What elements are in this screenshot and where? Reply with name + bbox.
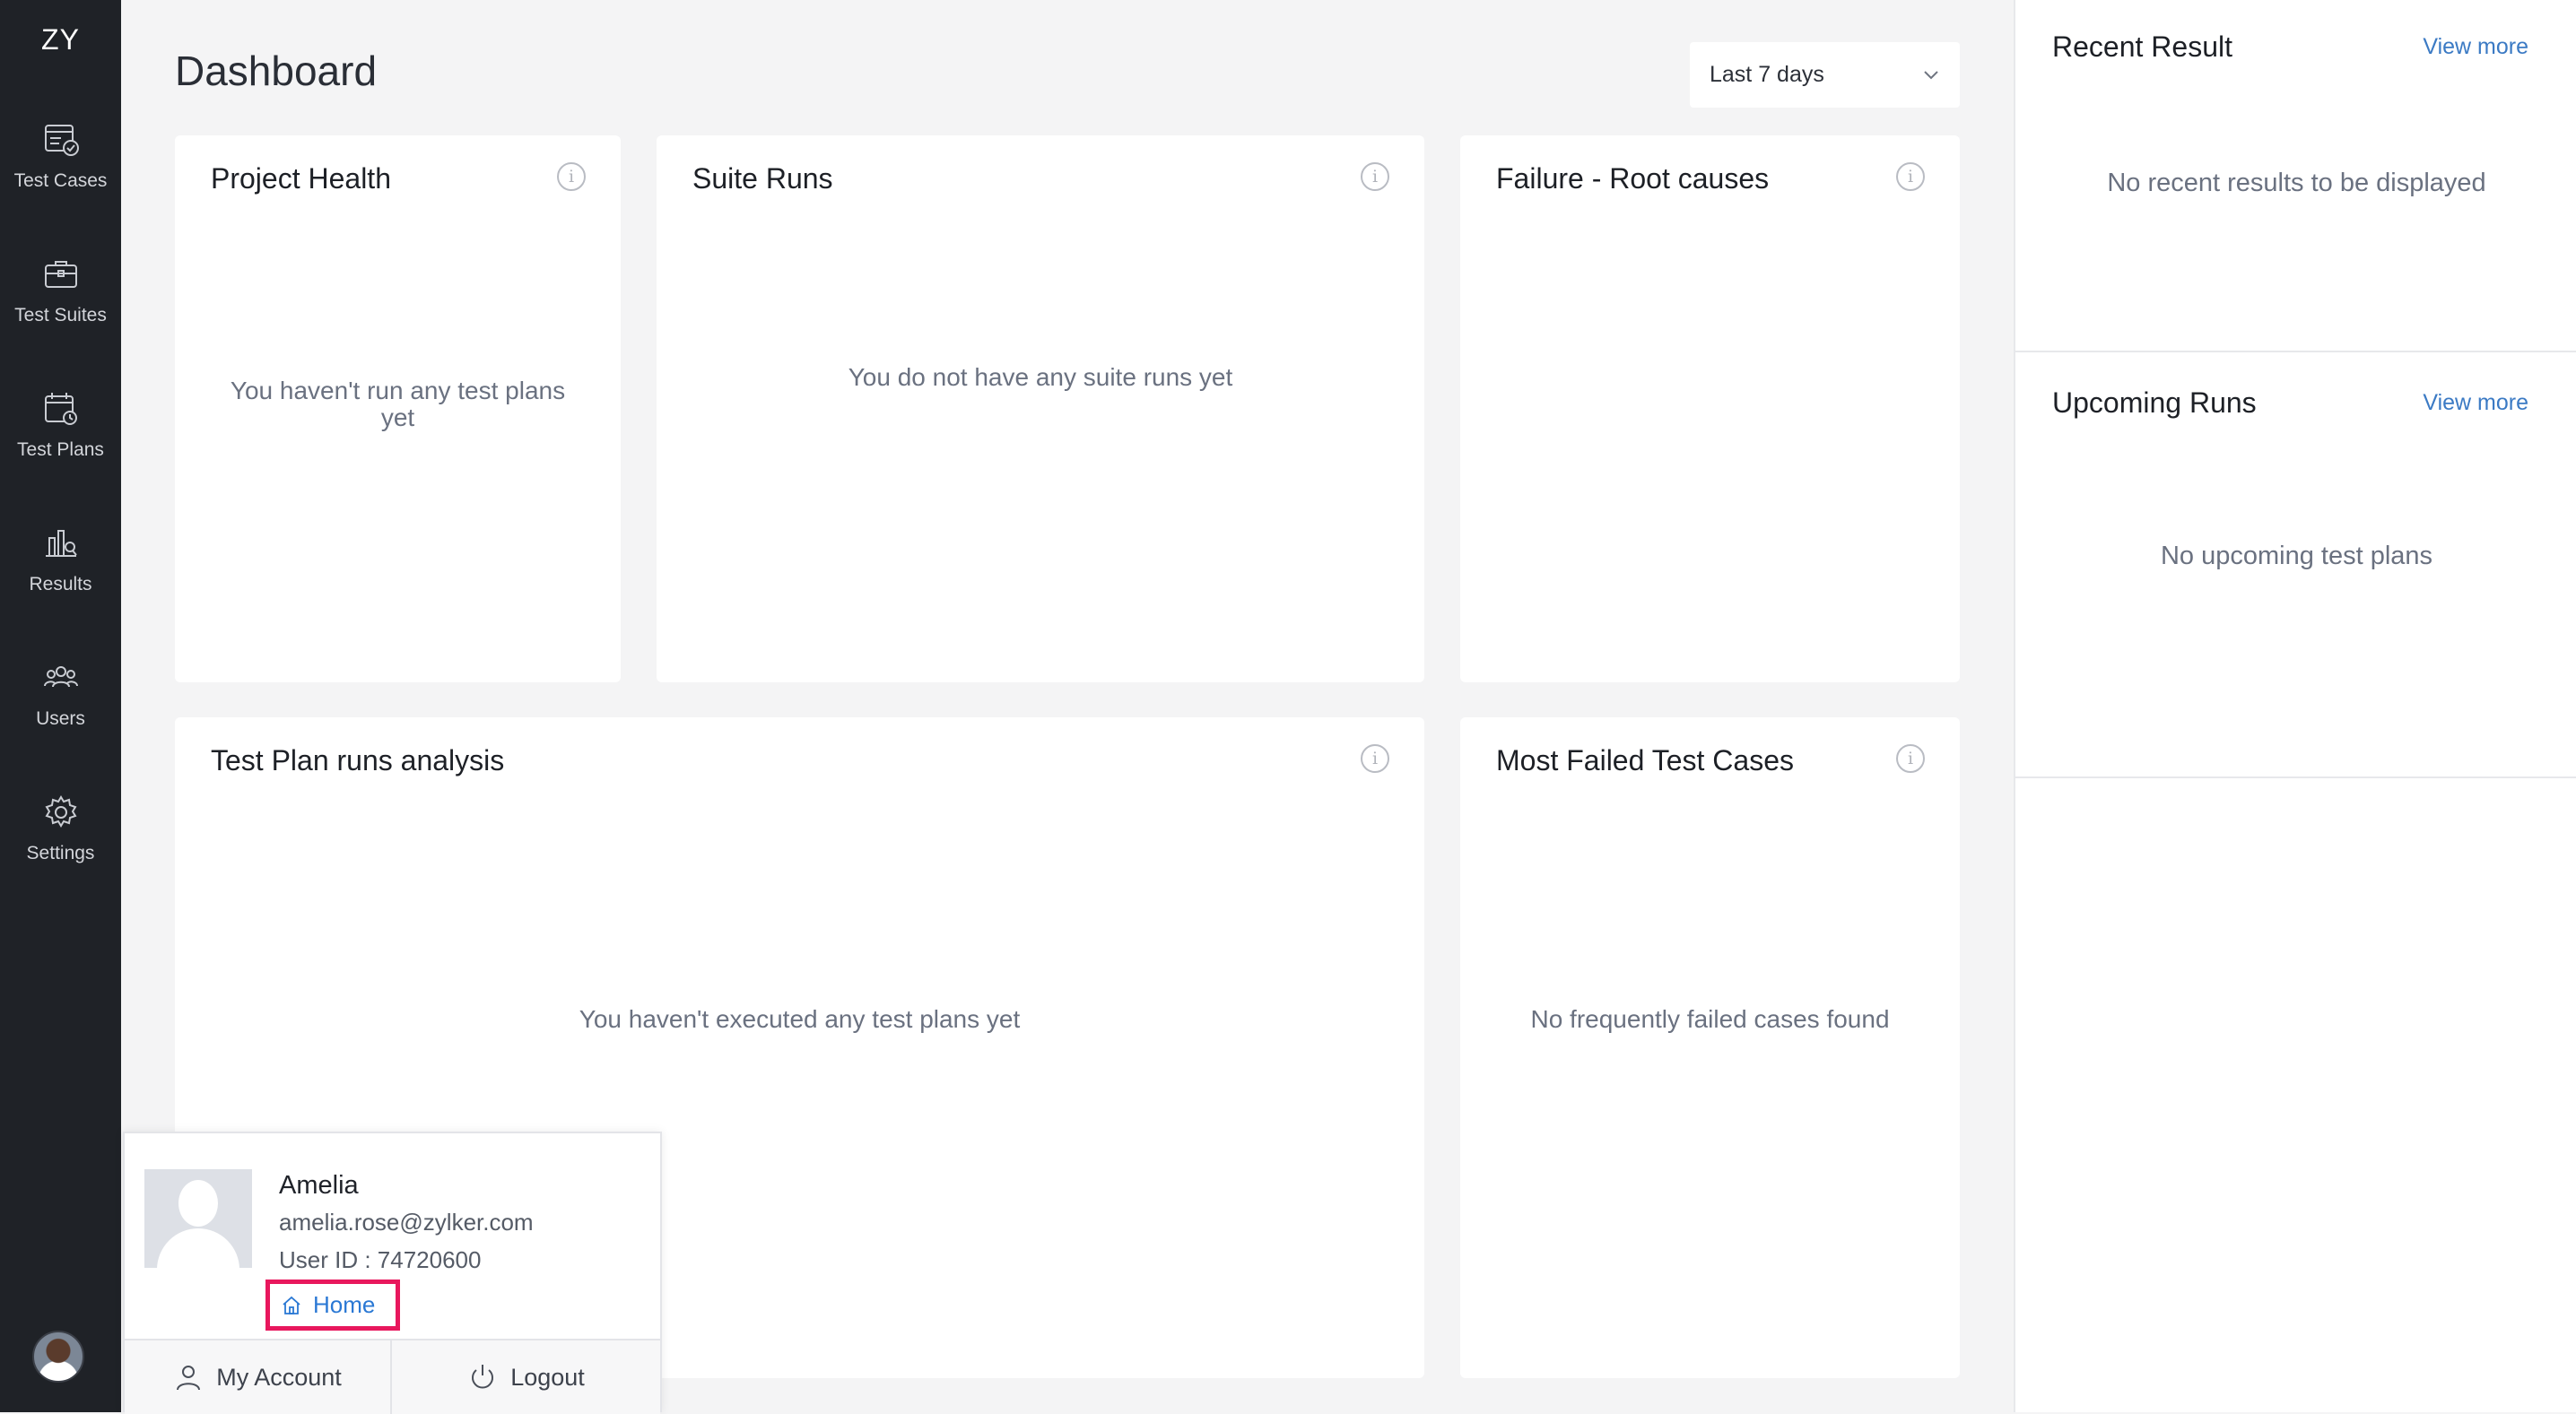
date-range-select[interactable]: Last 7 days (1690, 42, 1960, 108)
my-account-label: My Account (216, 1363, 342, 1391)
nav-item-users[interactable]: Users (0, 658, 121, 775)
logout-label: Logout (510, 1363, 585, 1391)
profile-user-id: User ID : 74720600 (279, 1246, 482, 1273)
home-link[interactable]: Home (265, 1280, 400, 1331)
logout-button[interactable]: Logout (392, 1340, 660, 1414)
card-suite-runs: Suite Runs i You do not have any suite r… (657, 135, 1424, 682)
info-icon[interactable]: i (557, 162, 586, 191)
divider (2015, 776, 2576, 778)
profile-popup-footer: My Account Logout (125, 1339, 660, 1414)
empty-message: No frequently failed cases found (1530, 1005, 1890, 1033)
card-title: Suite Runs (692, 162, 833, 195)
empty-message: You haven't executed any test plans yet (579, 1005, 1021, 1033)
card-title: Most Failed Test Cases (1496, 744, 1794, 776)
section-title: Upcoming Runs (2052, 386, 2257, 419)
gear-icon (41, 793, 81, 832)
nav-item-test-plans[interactable]: Test Plans (0, 389, 121, 506)
date-range-value: Last 7 days (1710, 62, 1824, 87)
page-title: Dashboard (175, 48, 378, 94)
right-panel: Recent Result View more No recent result… (2014, 0, 2576, 1412)
test-suites-icon (41, 255, 81, 294)
view-more-link[interactable]: View more (2423, 390, 2528, 416)
view-more-link[interactable]: View more (2423, 34, 2528, 60)
nav-label-results: Results (29, 574, 92, 594)
home-label: Home (313, 1291, 376, 1318)
card-title: Project Health (211, 162, 391, 195)
card-most-failed-test-cases: Most Failed Test Cases i No frequently f… (1460, 717, 1960, 1378)
info-icon[interactable]: i (1896, 744, 1925, 773)
profile-photo (144, 1169, 252, 1268)
card-failure-root-causes: Failure - Root causes i (1460, 135, 1960, 682)
users-icon (41, 658, 81, 698)
card-title: Test Plan runs analysis (211, 744, 505, 776)
empty-message: You haven't run any test plans yet (230, 377, 566, 431)
section-title: Recent Result (2052, 30, 2232, 63)
empty-message: You do not have any suite runs yet (848, 363, 1233, 391)
profile-name: Amelia (279, 1171, 359, 1200)
left-nav: ZY Test Cases Test Suites Test Plans Res… (0, 0, 121, 1412)
nav-label-settings: Settings (26, 843, 95, 863)
profile-email: amelia.rose@zylker.com (279, 1209, 534, 1236)
test-plans-icon (41, 389, 81, 429)
results-icon (41, 524, 81, 563)
nav-label-test-suites: Test Suites (14, 305, 107, 325)
chevron-down-icon (1924, 71, 1938, 80)
home-icon (283, 1296, 300, 1314)
divider (2015, 351, 2576, 352)
nav-label-users: Users (36, 708, 85, 729)
empty-message: No recent results to be displayed (2107, 169, 2486, 197)
nav-label-test-plans: Test Plans (17, 439, 104, 460)
brand-logo[interactable]: ZY (0, 23, 121, 56)
nav-item-settings[interactable]: Settings (0, 793, 121, 909)
nav-item-results[interactable]: Results (0, 524, 121, 640)
profile-popup: Amelia amelia.rose@zylker.com User ID : … (123, 1132, 662, 1414)
empty-message: No upcoming test plans (2160, 542, 2433, 570)
user-icon (177, 1366, 201, 1391)
user-avatar[interactable] (32, 1331, 84, 1383)
card-title: Failure - Root causes (1496, 162, 1770, 195)
card-project-health: Project Health i You haven't run any tes… (175, 135, 621, 682)
info-icon[interactable]: i (1361, 162, 1389, 191)
my-account-button[interactable]: My Account (125, 1340, 390, 1414)
info-icon[interactable]: i (1896, 162, 1925, 191)
test-cases-icon (41, 120, 81, 160)
power-icon (472, 1365, 494, 1389)
nav-label-test-cases: Test Cases (13, 170, 108, 191)
nav-item-test-cases[interactable]: Test Cases (0, 120, 121, 237)
info-icon[interactable]: i (1361, 744, 1389, 773)
nav-item-test-suites[interactable]: Test Suites (0, 255, 121, 371)
